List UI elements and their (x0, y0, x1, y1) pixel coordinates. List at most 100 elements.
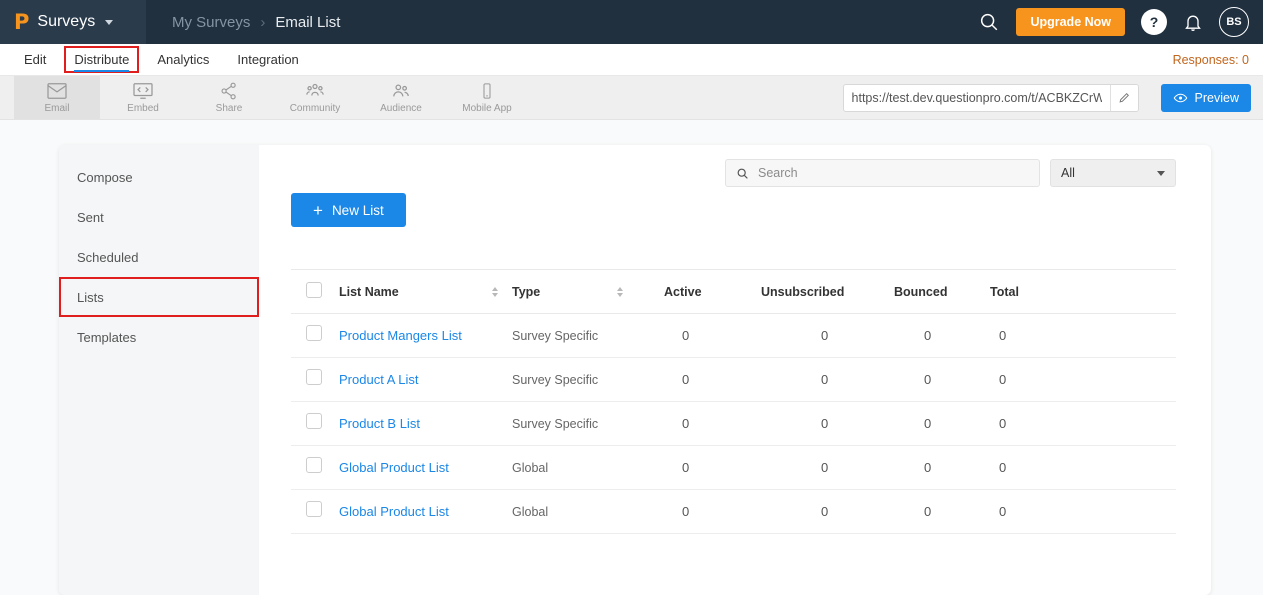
main-area: Compose Sent Scheduled Lists Templates A… (0, 120, 1263, 595)
active-count: 0 (664, 358, 761, 402)
table-row: Global Product List Global 0 0 0 0 (291, 490, 1176, 534)
active-count: 0 (664, 314, 761, 358)
pencil-icon (1118, 91, 1131, 104)
total-count: 0 (990, 446, 1176, 490)
unsubscribed-count: 0 (761, 446, 894, 490)
toolbar-right: Preview (843, 76, 1263, 119)
row-checkbox[interactable] (306, 413, 322, 429)
channel-email[interactable]: Email (14, 76, 100, 119)
notifications-button[interactable] (1183, 12, 1203, 32)
row-checkbox[interactable] (306, 457, 322, 473)
lists-table: List Name Type Active Unsubscribed Bounc… (291, 269, 1176, 534)
survey-nav-tabs: Edit Distribute Analytics Integration Re… (0, 44, 1263, 76)
breadcrumb-my-surveys[interactable]: My Surveys (172, 14, 250, 31)
total-count: 0 (990, 358, 1176, 402)
list-name-link[interactable]: Product A List (339, 372, 419, 387)
table-row: Product Mangers List Survey Specific 0 0… (291, 314, 1176, 358)
chevron-down-icon (1157, 171, 1165, 176)
column-header-total: Total (990, 270, 1176, 314)
product-switcher[interactable]: P Surveys (0, 0, 146, 44)
edit-url-button[interactable] (1110, 85, 1138, 111)
total-count: 0 (990, 490, 1176, 534)
list-type: Survey Specific (512, 402, 664, 446)
unsubscribed-count: 0 (761, 358, 894, 402)
global-search-button[interactable] (978, 11, 1000, 33)
sort-icon[interactable] (492, 287, 498, 297)
active-count: 0 (664, 446, 761, 490)
sidebar-item-templates[interactable]: Templates (59, 317, 259, 357)
bounced-count: 0 (894, 402, 990, 446)
channel-embed[interactable]: Embed (100, 76, 186, 119)
search-icon (978, 11, 1000, 33)
unsubscribed-count: 0 (761, 402, 894, 446)
search-icon (736, 167, 749, 180)
lists-table-wrap: List Name Type Active Unsubscribed Bounc… (291, 269, 1176, 534)
list-search-input[interactable] (756, 165, 1029, 181)
survey-url-input[interactable] (844, 91, 1110, 105)
active-count: 0 (664, 402, 761, 446)
breadcrumb-current: Email List (275, 14, 340, 31)
breadcrumb: My Surveys › Email List (172, 14, 340, 31)
responses-count[interactable]: Responses: 0 (1173, 53, 1249, 67)
column-header-list-name[interactable]: List Name (339, 285, 399, 299)
tab-distribute[interactable]: Distribute (64, 46, 139, 73)
tab-integration[interactable]: Integration (227, 46, 308, 73)
table-row: Product B List Survey Specific 0 0 0 0 (291, 402, 1176, 446)
product-name: Surveys (37, 13, 95, 31)
sort-icon[interactable] (617, 287, 623, 297)
embed-icon (132, 82, 154, 100)
mobile-icon (478, 82, 496, 100)
row-checkbox[interactable] (306, 325, 322, 341)
channel-audience[interactable]: Audience (358, 76, 444, 119)
audience-icon (390, 82, 412, 100)
unsubscribed-count: 0 (761, 314, 894, 358)
help-button[interactable]: ? (1141, 9, 1167, 35)
list-name-link[interactable]: Global Product List (339, 460, 449, 475)
sidebar-item-sent[interactable]: Sent (59, 197, 259, 237)
table-header-row: List Name Type Active Unsubscribed Bounc… (291, 270, 1176, 314)
total-count: 0 (990, 314, 1176, 358)
sidebar-item-compose[interactable]: Compose (59, 157, 259, 197)
select-all-checkbox[interactable] (306, 282, 322, 298)
active-count: 0 (664, 490, 761, 534)
row-checkbox[interactable] (306, 369, 322, 385)
channel-mobile-app[interactable]: Mobile App (444, 76, 530, 119)
lists-content: All + New List List Name (259, 145, 1211, 595)
plus-icon: + (313, 202, 323, 219)
upgrade-now-button[interactable]: Upgrade Now (1016, 8, 1125, 36)
table-row: Product A List Survey Specific 0 0 0 0 (291, 358, 1176, 402)
channel-share[interactable]: Share (186, 76, 272, 119)
list-type: Global (512, 446, 664, 490)
total-count: 0 (990, 402, 1176, 446)
row-checkbox[interactable] (306, 501, 322, 517)
column-header-active: Active (664, 270, 761, 314)
bounced-count: 0 (894, 446, 990, 490)
topbar: P Surveys My Surveys › Email List Upgrad… (0, 0, 1263, 44)
topbar-actions: Upgrade Now ? BS (978, 7, 1263, 37)
avatar[interactable]: BS (1219, 7, 1249, 37)
community-icon (304, 82, 326, 100)
list-name-link[interactable]: Product B List (339, 416, 420, 431)
new-list-button[interactable]: + New List (291, 193, 406, 227)
list-type: Global (512, 490, 664, 534)
sidebar-item-scheduled[interactable]: Scheduled (59, 237, 259, 277)
chevron-down-icon (105, 20, 113, 25)
email-lists-panel: Compose Sent Scheduled Lists Templates A… (59, 145, 1211, 595)
list-filter-dropdown[interactable]: All (1050, 159, 1176, 187)
bell-icon (1183, 12, 1203, 32)
tab-analytics[interactable]: Analytics (147, 46, 219, 73)
list-search-box (725, 159, 1040, 187)
column-header-bounced: Bounced (894, 270, 990, 314)
channel-community[interactable]: Community (272, 76, 358, 119)
list-name-link[interactable]: Global Product List (339, 504, 449, 519)
email-sidebar: Compose Sent Scheduled Lists Templates (59, 145, 259, 595)
tab-edit[interactable]: Edit (14, 46, 56, 73)
unsubscribed-count: 0 (761, 490, 894, 534)
envelope-icon (46, 82, 68, 100)
column-header-type[interactable]: Type (512, 285, 540, 299)
list-name-link[interactable]: Product Mangers List (339, 328, 462, 343)
list-type: Survey Specific (512, 358, 664, 402)
sidebar-item-lists[interactable]: Lists (59, 277, 259, 317)
questionpro-logo-icon: P (14, 10, 29, 34)
preview-button[interactable]: Preview (1161, 84, 1251, 112)
